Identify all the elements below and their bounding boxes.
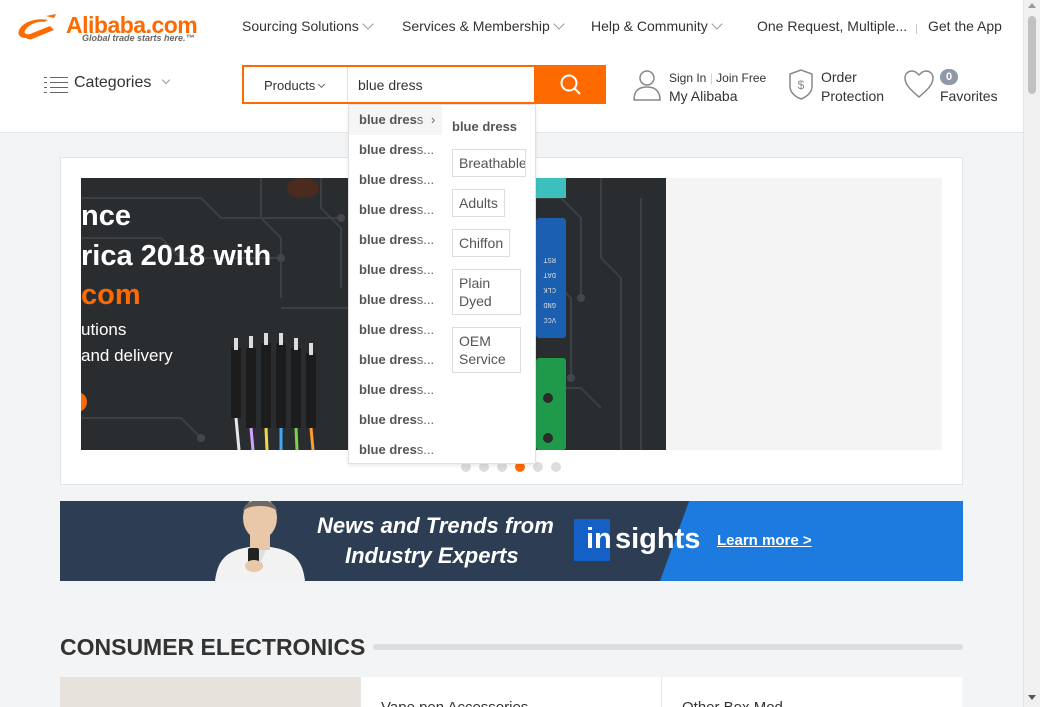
alibaba-logo[interactable]: Alibaba.com Global trade starts here.™ <box>16 12 211 46</box>
svg-text:DAT: DAT <box>543 270 556 278</box>
search-icon <box>560 74 581 95</box>
refine-title: blue dress <box>452 119 518 134</box>
carousel-dot[interactable] <box>551 462 561 472</box>
chevron-down-icon <box>162 75 171 85</box>
search-type-label: Products <box>264 78 316 93</box>
category-image[interactable] <box>60 677 360 707</box>
slide-line-2: rica 2018 with <box>81 240 272 272</box>
suggestion-item[interactable]: blue dress... <box>359 285 439 315</box>
category-card-label: Vape pen Accessories <box>381 699 528 707</box>
chevron-down-icon <box>318 80 326 89</box>
nav-sourcing-solutions[interactable]: Sourcing Solutions <box>242 18 374 34</box>
menu-icon <box>44 75 68 93</box>
search-input[interactable] <box>358 67 536 102</box>
section-divider <box>373 644 963 650</box>
nav-get-the-app[interactable]: Get the App <box>928 18 1002 34</box>
search-bar: Products <box>242 65 536 104</box>
chevron-down-icon <box>553 18 565 30</box>
nav-divider <box>916 24 917 34</box>
refine-tag[interactable]: Breathable <box>452 149 526 177</box>
suggestion-item[interactable]: blue dress... <box>359 165 439 195</box>
slide-line-3: com <box>81 279 141 311</box>
suggestion-item[interactable]: blue dress › <box>349 105 442 135</box>
learn-more-link[interactable]: Learn more > <box>717 532 812 549</box>
nav-one-request[interactable]: One Request, Multiple... <box>757 18 907 34</box>
suggestion-item[interactable]: blue dress... <box>359 255 439 285</box>
favorites-count-badge: 0 <box>940 69 958 85</box>
suggestion-item[interactable]: blue dress... <box>359 225 439 255</box>
suggestion-item[interactable]: blue dress... <box>359 435 439 465</box>
sign-in-join-links: Sign In | Join Free <box>669 71 767 85</box>
logo-tagline: Global trade starts here.™ <box>82 33 195 43</box>
svg-text:VCC: VCC <box>543 315 556 323</box>
categories-menu[interactable]: Categories <box>44 74 171 93</box>
insights-headline-1: News and Trends from <box>317 513 554 538</box>
suggestion-item[interactable]: blue dress... <box>359 315 439 345</box>
protection-label: Protection <box>821 88 885 104</box>
category-cards: Vape pen Accessories Other Box Mod <box>60 677 963 707</box>
alibaba-logo-mark-icon <box>18 14 56 40</box>
suggestion-item[interactable]: blue dress... <box>359 195 439 225</box>
svg-text:CLK: CLK <box>543 285 556 293</box>
suggestion-item[interactable]: blue dress... <box>359 345 439 375</box>
nav-label: Sourcing Solutions <box>242 18 359 34</box>
search-suggestions-dropdown: blue dress › blue dress... blue dress...… <box>348 104 536 464</box>
suggestion-item[interactable]: blue dress... <box>359 135 439 165</box>
search-button[interactable] <box>536 65 606 104</box>
heart-icon <box>904 70 934 98</box>
section-title: CONSUMER ELECTRONICS <box>60 634 366 660</box>
scroll-up-arrow-icon[interactable] <box>1028 3 1036 8</box>
insights-headline-2: Industry Experts <box>345 543 519 568</box>
sign-in-link[interactable]: Sign In <box>669 71 706 85</box>
shield-dollar-icon: $ <box>789 69 813 100</box>
suggestion-list: blue dress › blue dress... blue dress...… <box>349 105 442 465</box>
nav-help-community[interactable]: Help & Community <box>591 18 723 34</box>
refine-tag[interactable]: Chiffon <box>452 229 511 257</box>
my-alibaba-label[interactable]: My Alibaba <box>669 88 737 104</box>
join-free-link[interactable]: Join Free <box>716 71 766 85</box>
refine-tag[interactable]: OEM Service <box>452 327 521 373</box>
nav-label: Get the App <box>928 18 1002 34</box>
slide-line-4: utions <box>81 320 127 339</box>
chevron-down-icon <box>362 18 374 30</box>
nav-label: Help & Community <box>591 18 708 34</box>
svg-text:RST: RST <box>543 255 556 263</box>
user-icon <box>633 70 661 101</box>
refine-tag[interactable]: Adults <box>452 189 505 217</box>
categories-label: Categories <box>74 74 152 91</box>
chevron-down-icon <box>711 18 723 30</box>
search-type-select[interactable]: Products <box>244 67 348 102</box>
page-scrollbar[interactable] <box>1023 0 1040 707</box>
category-card[interactable]: Vape pen Accessories <box>360 677 661 707</box>
suggestion-refine-panel: blue dress Breathable Adults Chiffon Pla… <box>442 105 537 465</box>
insights-logo-in: in <box>586 523 612 555</box>
svg-text:$: $ <box>798 78 805 92</box>
favorites-label: Favorites <box>940 88 998 104</box>
nav-services-membership[interactable]: Services & Membership <box>402 18 565 34</box>
slide-line-1: nce <box>81 200 131 232</box>
suggestion-item[interactable]: blue dress... <box>359 405 439 435</box>
chevron-right-icon: › <box>431 112 436 127</box>
category-card-label: Other Box Mod <box>682 699 783 707</box>
scroll-down-arrow-icon[interactable] <box>1028 695 1036 700</box>
favorites[interactable]: 0 Favorites <box>902 68 998 105</box>
nav-label: Services & Membership <box>402 18 550 34</box>
scrollbar-thumb[interactable] <box>1028 16 1036 94</box>
insights-banner[interactable]: News and Trends from Industry Experts in… <box>60 501 963 581</box>
category-card[interactable]: Other Box Mod <box>661 677 962 707</box>
order-label: Order <box>821 69 857 85</box>
carousel-side-panel <box>666 178 942 450</box>
nav-label: One Request, Multiple... <box>757 18 908 34</box>
insights-logo-sights: sights <box>615 523 701 555</box>
suggestion-item[interactable]: blue dress... <box>359 375 439 405</box>
presenter-photo <box>215 501 305 581</box>
svg-text:GND: GND <box>543 300 556 308</box>
order-protection[interactable]: $ Order Protection <box>786 68 884 107</box>
my-alibaba[interactable]: Sign In | Join Free My Alibaba <box>632 68 766 107</box>
refine-tag[interactable]: Plain Dyed <box>452 269 521 315</box>
slide-line-5: and delivery <box>81 346 173 365</box>
